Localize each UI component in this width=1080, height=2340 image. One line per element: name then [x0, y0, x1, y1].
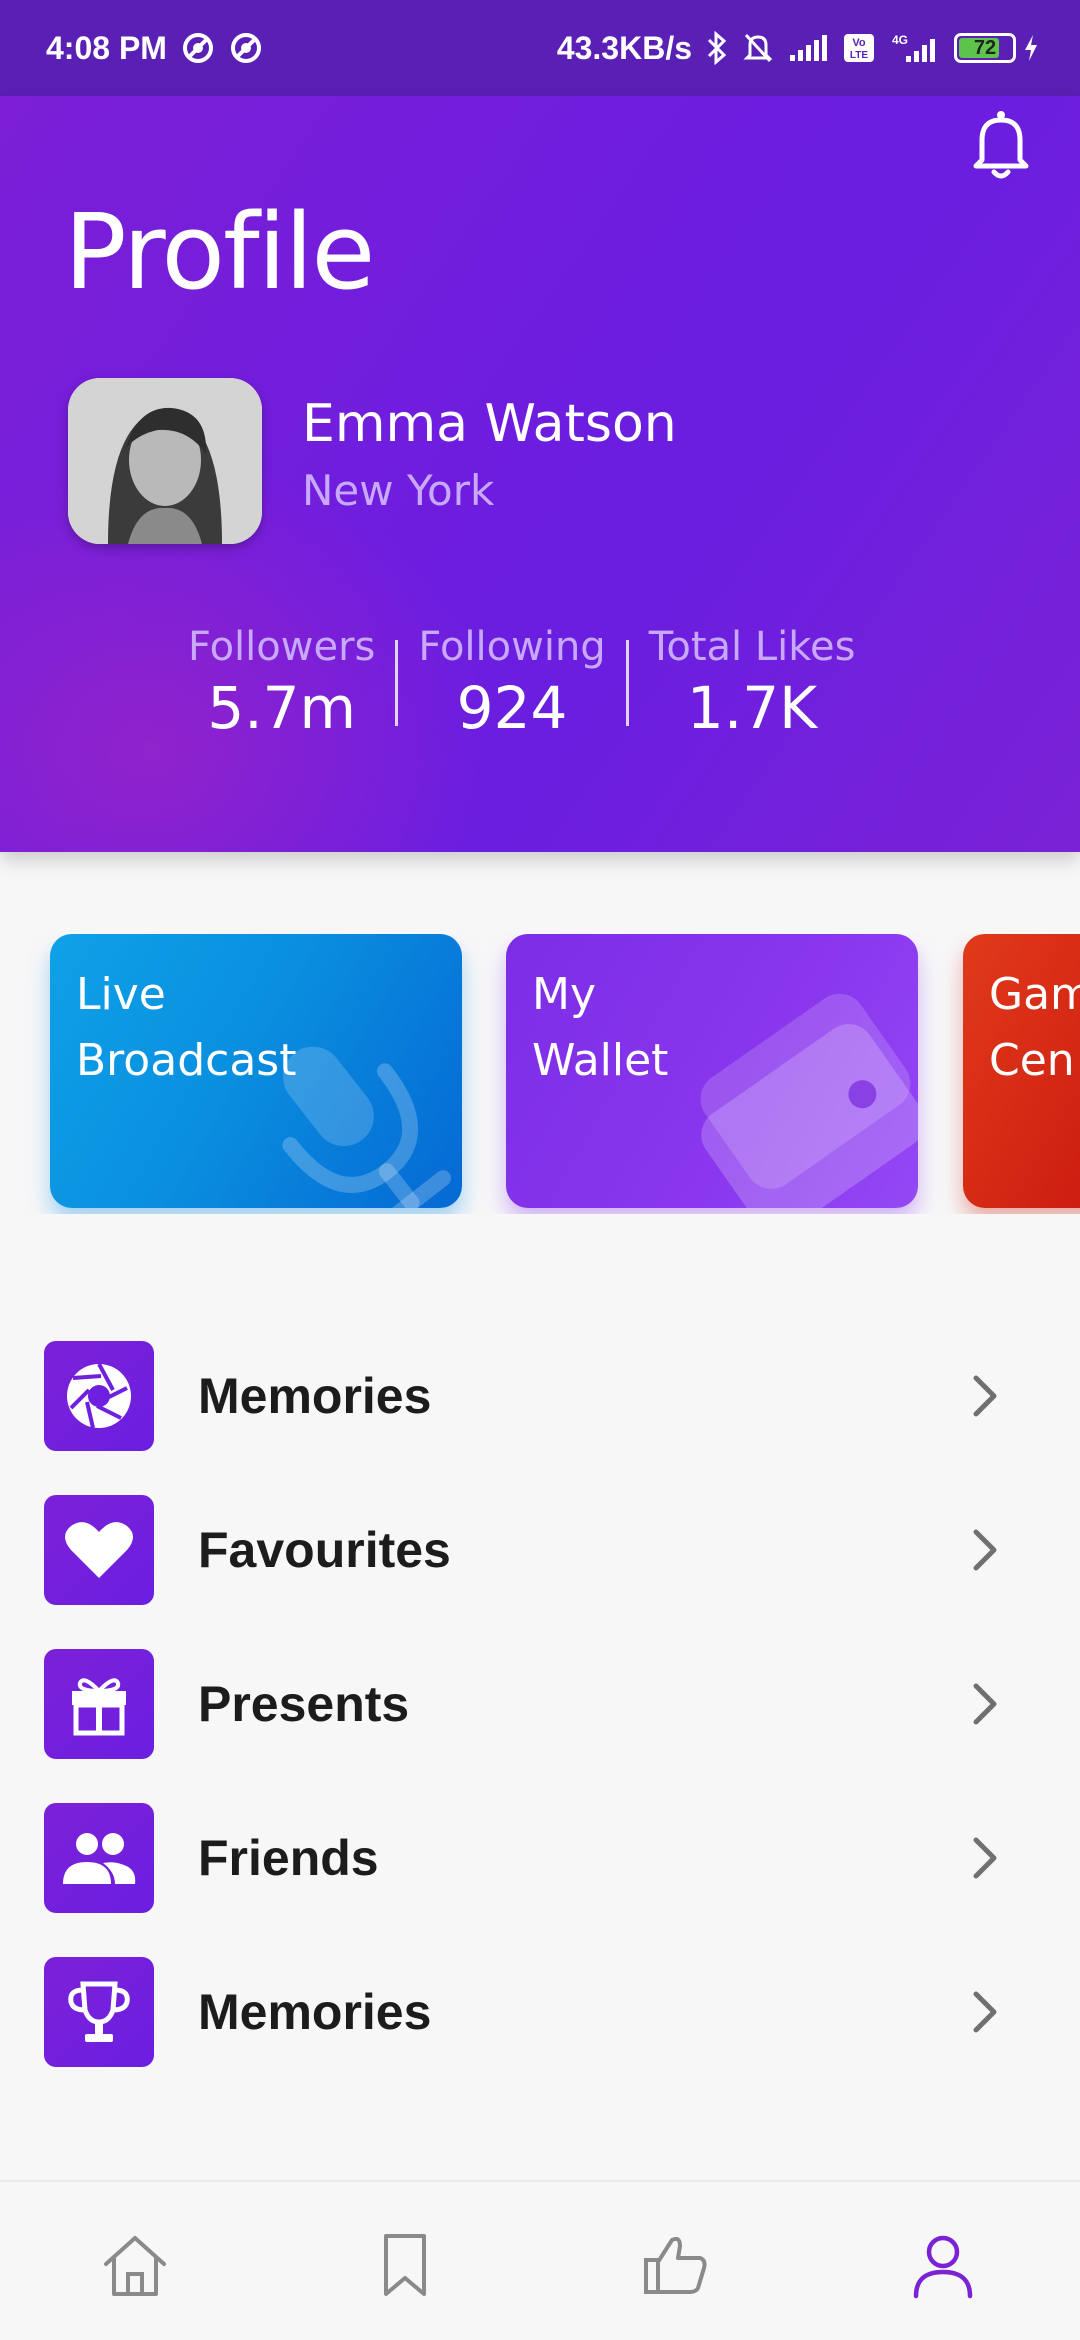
- volte-icon: Vo LTE: [842, 32, 876, 64]
- card-title-line2: Cen: [989, 1035, 1075, 1086]
- stat-label: Following: [418, 624, 606, 670]
- bottom-navigation: [0, 2180, 1080, 2340]
- status-time: 4:08 PM: [46, 29, 167, 66]
- stat-value: 1.7K: [686, 674, 818, 742]
- aperture-icon: [44, 1341, 154, 1451]
- stat-followers[interactable]: Followers 5.7m: [168, 624, 395, 742]
- svg-text:LTE: LTE: [850, 50, 868, 61]
- menu-label: Presents: [198, 1676, 410, 1732]
- profile-icon[interactable]: [908, 2230, 978, 2300]
- profile-stats: Followers 5.7m Following 924 Total Likes…: [168, 624, 928, 742]
- card-title-line1: My: [532, 969, 597, 1020]
- menu-item-memories[interactable]: Memories: [0, 1336, 1080, 1456]
- stat-value: 5.7m: [207, 674, 357, 742]
- battery-level: 72: [973, 36, 997, 59]
- people-icon: [44, 1803, 154, 1913]
- menu-label: Memories: [198, 1984, 432, 2040]
- bookmark-icon[interactable]: [370, 2230, 440, 2300]
- card-my-wallet[interactable]: My Wallet: [506, 934, 918, 1208]
- svg-text:4G: 4G: [892, 33, 908, 47]
- stat-label: Followers: [188, 624, 376, 670]
- network-speed: 43.3KB/s: [556, 29, 692, 66]
- vpn-icon: [229, 31, 263, 65]
- signal-icon: [788, 33, 828, 63]
- svg-text:Vo: Vo: [852, 37, 866, 49]
- charging-icon: [1025, 35, 1037, 61]
- chevron-right-icon: [973, 1991, 997, 2033]
- card-title-line1: Gam: [989, 969, 1080, 1020]
- battery-icon: 72: [954, 33, 1040, 63]
- card-title-line1: Live: [76, 969, 166, 1020]
- menu-item-friends[interactable]: Friends: [0, 1798, 1080, 1918]
- stat-following[interactable]: Following 924: [398, 624, 625, 742]
- avatar[interactable]: [68, 378, 262, 544]
- menu-item-memories-trophy[interactable]: Memories: [0, 1952, 1080, 2072]
- chevron-right-icon: [973, 1837, 997, 1879]
- card-title-line2: Broadcast: [76, 1035, 297, 1086]
- bell-icon[interactable]: [968, 108, 1034, 184]
- chevron-right-icon: [973, 1683, 997, 1725]
- status-bar: 4:08 PM 43.3KB/s Vo LTE 4G 72: [0, 0, 1080, 96]
- chevron-right-icon: [973, 1375, 997, 1417]
- trophy-icon: [44, 1957, 154, 2067]
- feature-cards: Live Broadcast My Wallet Gam Cen: [0, 934, 1080, 1214]
- stat-label: Total Likes: [648, 624, 856, 670]
- vpn-icon: [181, 31, 215, 65]
- menu-item-presents[interactable]: Presents: [0, 1644, 1080, 1764]
- stat-total-likes[interactable]: Total Likes 1.7K: [629, 624, 876, 742]
- bluetooth-icon: [706, 31, 728, 65]
- menu-item-favourites[interactable]: Favourites: [0, 1490, 1080, 1610]
- user-location: New York: [302, 466, 495, 515]
- bell-off-icon: [742, 31, 774, 65]
- card-game-center[interactable]: Gam Cen: [963, 934, 1080, 1208]
- menu-label: Friends: [198, 1830, 379, 1886]
- home-icon[interactable]: [100, 2230, 170, 2300]
- stat-value: 924: [456, 674, 568, 742]
- chevron-right-icon: [973, 1529, 997, 1571]
- menu-label: Memories: [198, 1368, 432, 1424]
- menu-label: Favourites: [198, 1522, 451, 1578]
- profile-header: Profile Emma Watson New York Followers 5…: [0, 96, 1080, 852]
- thumbs-up-icon[interactable]: [640, 2230, 710, 2300]
- page-title: Profile: [64, 191, 375, 313]
- user-name: Emma Watson: [302, 394, 677, 454]
- gift-icon: [44, 1649, 154, 1759]
- card-live-broadcast[interactable]: Live Broadcast: [50, 934, 462, 1208]
- card-title-line2: Wallet: [532, 1035, 669, 1086]
- signal-4g-icon: 4G: [890, 32, 940, 64]
- heart-icon: [44, 1495, 154, 1605]
